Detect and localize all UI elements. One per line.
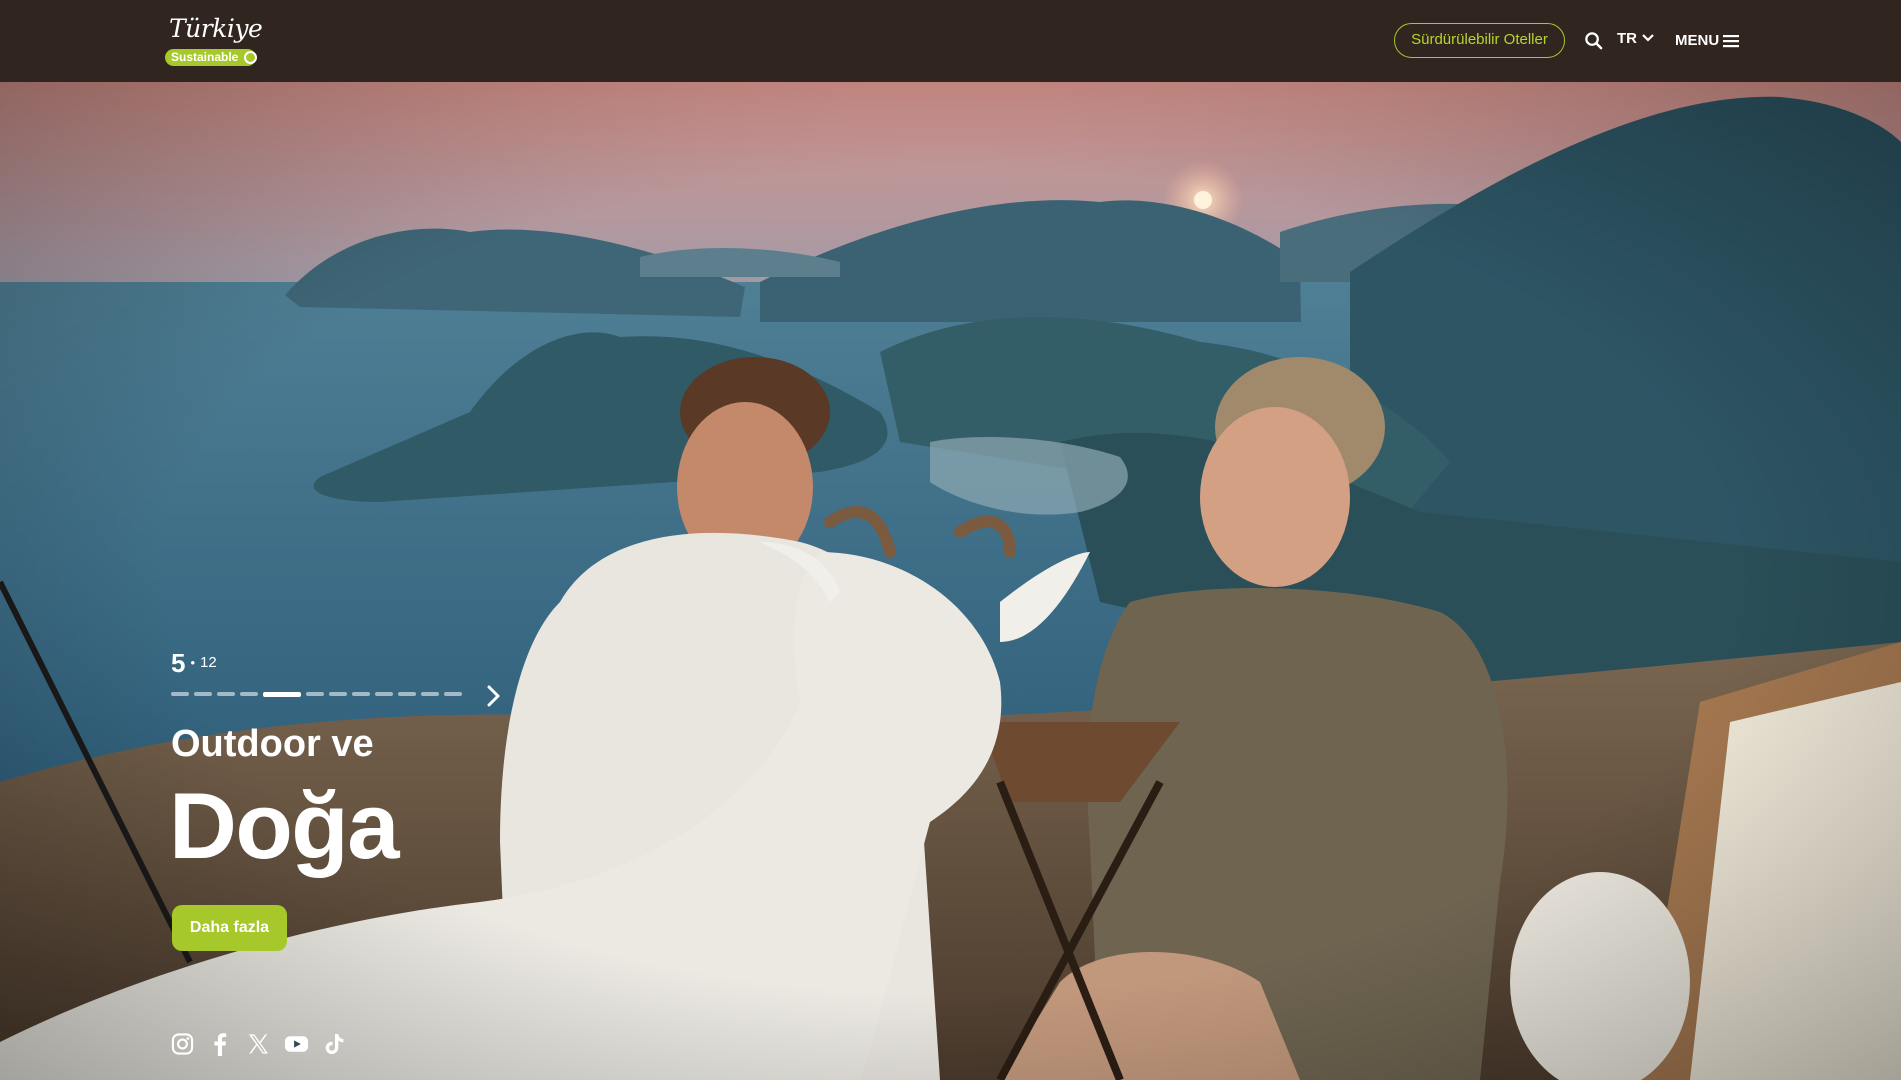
slide-indicator[interactable]	[421, 692, 439, 696]
chevron-right-icon[interactable]	[487, 685, 501, 707]
slide-indicator[interactable]	[352, 692, 370, 696]
x-icon[interactable]	[247, 1032, 270, 1056]
chevron-down-icon[interactable]	[1642, 34, 1654, 42]
slide-indicator[interactable]	[398, 692, 416, 696]
hamburger-icon[interactable]	[1723, 34, 1739, 48]
facebook-icon[interactable]	[212, 1032, 228, 1056]
more-button[interactable]: Daha fazla	[172, 905, 287, 951]
slide-indicator[interactable]	[444, 692, 462, 696]
slide-indicator[interactable]	[217, 692, 235, 696]
slide-counter: 5 • 12	[171, 648, 217, 679]
hero-title-line1: Outdoor ve	[171, 723, 374, 765]
slide-total-number: 12	[200, 654, 217, 671]
logo-wordmark: Türkiye	[169, 14, 263, 43]
tiktok-icon[interactable]	[324, 1032, 345, 1056]
logo-sustainable-badge: Sustainable	[165, 49, 257, 66]
slide-indicator[interactable]	[306, 692, 324, 696]
youtube-icon[interactable]	[284, 1032, 309, 1056]
hero-title-line2: Doğa	[169, 773, 400, 878]
slide-indicator[interactable]	[329, 692, 347, 696]
slide-indicator-active[interactable]	[263, 692, 301, 697]
slide-indicator[interactable]	[171, 692, 189, 696]
search-icon[interactable]	[1584, 31, 1603, 50]
top-navigation-bar: Türkiye Sustainable Sürdürülebilir Otell…	[0, 0, 1901, 82]
slide-current-number: 5	[171, 648, 186, 678]
sustainable-hotels-button[interactable]: Sürdürülebilir Oteller	[1394, 23, 1565, 58]
language-selector[interactable]: TR	[1617, 30, 1637, 47]
hero-slider: 5 • 12 Outdoor ve Doğa Daha fazla	[0, 82, 1901, 1080]
turkiye-sustainable-logo[interactable]: Türkiye Sustainable	[163, 14, 263, 68]
slide-progress-indicator	[171, 692, 476, 697]
slide-indicator[interactable]	[240, 692, 258, 696]
instagram-icon[interactable]	[171, 1032, 194, 1056]
slide-counter-separator: •	[190, 655, 196, 670]
leaf-icon	[244, 51, 257, 64]
slide-indicator[interactable]	[375, 692, 393, 696]
menu-button[interactable]: MENU	[1675, 32, 1719, 49]
slide-indicator[interactable]	[194, 692, 212, 696]
